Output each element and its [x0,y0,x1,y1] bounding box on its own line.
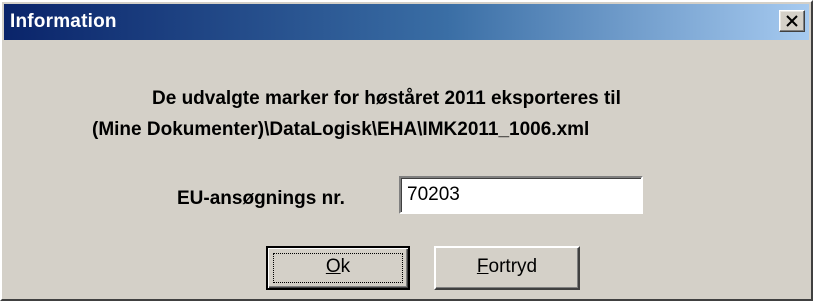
title-bar[interactable]: Information [4,4,809,40]
eu-application-number-input[interactable]: 70203 [399,176,643,214]
ok-button[interactable]: Ok [266,246,410,290]
dialog-title: Information [10,11,117,32]
message-line-2: (Mine Dokumenter)\DataLogisk\EHA\IMK2011… [92,119,590,140]
eu-application-number-label: EU-ansøgnings nr. [177,188,345,209]
information-dialog: Information De udvalgte marker for høstå… [0,0,813,301]
message-line-1: De udvalgte marker for høståret 2011 eks… [152,88,621,109]
cancel-mnemonic: F [476,256,489,277]
cancel-label-rest: ortryd [488,256,538,277]
cancel-button[interactable]: Fortryd [434,246,580,290]
focus-rectangle [273,253,403,283]
close-button[interactable] [779,10,805,32]
close-icon [786,15,798,27]
